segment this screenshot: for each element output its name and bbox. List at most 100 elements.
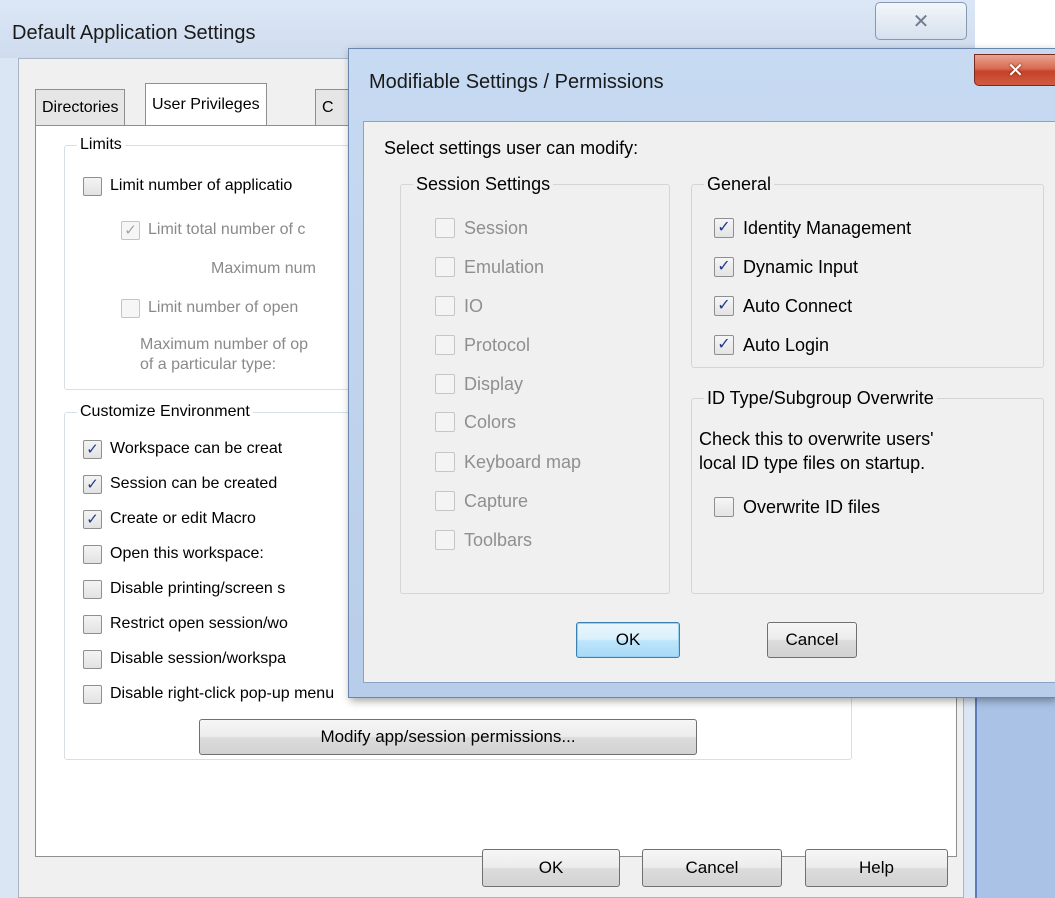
dialog-close-button[interactable]: ✕ [974,54,1055,86]
limits-legend: Limits [77,136,125,154]
checkbox-label: Create or edit Macro [110,510,256,527]
checkbox-label: Overwrite ID files [743,496,881,517]
session-settings-group: Session Settings Session Emulation IO Pr… [400,174,670,594]
session-setting-item[interactable]: Session [435,215,528,241]
checkbox-box [435,491,455,511]
id-type-group: ID Type/Subgroup Overwrite Check this to… [691,388,1044,594]
window-close-button[interactable]: ✕ [875,2,967,40]
checkbox-label: Protocol [464,334,531,355]
session-setting-item[interactable]: Emulation [435,254,544,280]
customize-item[interactable]: Disable right-click pop-up menu [83,682,334,706]
checkbox-label: Emulation [464,256,545,277]
customize-item[interactable]: ✓ Workspace can be creat [83,437,282,461]
dialog-prompt: Select settings user can modify: [384,138,639,158]
checkbox-box [435,530,455,550]
cancel-button[interactable]: Cancel [642,849,782,887]
id-type-desc-2: local ID type files on startup. [699,453,926,473]
modify-permissions-button[interactable]: Modify app/session permissions... [199,719,697,755]
checkbox-box: ✓ [714,257,734,277]
checkbox-label: Session can be created [110,475,278,492]
checkbox-box: ✓ [121,220,140,240]
checkbox-label: Auto Login [743,334,830,355]
checkbox-box [121,298,140,318]
checkbox-label: Workspace can be creat [110,440,283,457]
checkbox-box [714,497,734,517]
general-item[interactable]: ✓ Auto Login [714,332,829,358]
checkbox-label: Disable right-click pop-up menu [110,685,335,702]
general-item[interactable]: ✓ Auto Connect [714,293,852,319]
checkbox-label: Disable session/workspa [110,650,287,667]
max-num-label: Maximum num [211,260,316,277]
checkbox-box: ✓ [714,218,734,238]
checkbox-label: Session [464,217,529,238]
limits-group: Limits Limit number of applicatio ✓ Limi… [64,136,364,390]
customize-item[interactable]: Open this workspace: [83,542,264,566]
checkbox-box: ✓ [83,474,102,494]
customize-legend: Customize Environment [77,403,253,421]
checkbox-label: Restrict open session/wo [110,615,288,632]
checkbox-label: Identity Management [743,217,912,238]
checkbox-label: Keyboard map [464,451,582,472]
customize-item[interactable]: Restrict open session/wo [83,612,288,636]
checkbox-box [83,579,102,599]
limit-apps-checkbox[interactable]: Limit number of applicatio [83,174,292,198]
checkbox-box: ✓ [83,439,102,459]
customize-item[interactable]: ✓ Create or edit Macro [83,507,256,531]
checkbox-box [435,374,455,394]
close-icon: ✕ [1007,59,1024,82]
general-item[interactable]: ✓ Dynamic Input [714,254,858,280]
checkbox-box [435,296,455,316]
checkbox-label: Open this workspace: [110,545,264,562]
checkbox-label: Limit total number of c [148,221,306,238]
checkbox-box [435,412,455,432]
checkbox-label: IO [464,295,484,316]
dialog-title: Modifiable Settings / Permissions [369,71,664,93]
tab-user-privileges[interactable]: User Privileges [145,83,267,125]
checkbox-box [83,544,102,564]
session-setting-item[interactable]: Protocol [435,332,530,358]
customize-item[interactable]: Disable session/workspa [83,647,286,671]
session-setting-item[interactable]: Keyboard map [435,449,581,475]
dialog-ok-button[interactable]: OK [576,622,680,658]
checkbox-box [83,614,102,634]
dialog-cancel-button[interactable]: Cancel [767,622,857,658]
session-setting-item[interactable]: Colors [435,409,516,435]
customize-item[interactable]: ✓ Session can be created [83,472,277,496]
max-open-label-1: Maximum number of op [140,336,309,353]
overwrite-id-files-checkbox[interactable]: Overwrite ID files [714,494,880,520]
customize-item[interactable]: Disable printing/screen s [83,577,285,601]
session-settings-legend: Session Settings [413,174,554,194]
help-button[interactable]: Help [805,849,948,887]
checkbox-label: Capture [464,490,529,511]
checkbox-label: Limit number of open [148,299,299,316]
checkbox-box: ✓ [83,509,102,529]
checkbox-box [435,218,455,238]
checkbox-label: Toolbars [464,529,533,550]
session-setting-item[interactable]: Toolbars [435,527,532,553]
window-title: Default Application Settings [12,22,256,44]
tab-directories[interactable]: Directories [35,89,126,125]
close-icon: ✕ [912,10,930,33]
checkbox-label: Limit number of applicatio [110,177,293,194]
id-type-legend: ID Type/Subgroup Overwrite [704,388,937,408]
checkbox-box [435,452,455,472]
checkbox-label: Dynamic Input [743,256,859,277]
limit-total-checkbox[interactable]: ✓ Limit total number of c [121,218,305,242]
general-legend: General [704,174,775,194]
checkbox-box: ✓ [714,296,734,316]
checkbox-box [83,176,102,196]
session-setting-item[interactable]: Display [435,371,523,397]
general-group: General ✓ Identity Management ✓ Dynamic … [691,174,1044,368]
ok-button[interactable]: OK [482,849,620,887]
dialog-client-area: Select settings user can modify: Session… [363,121,1055,683]
general-item[interactable]: ✓ Identity Management [714,215,911,241]
checkbox-label: Display [464,373,524,394]
checkbox-box [435,257,455,277]
limit-open-checkbox[interactable]: Limit number of open [121,296,298,320]
checkbox-label: Disable printing/screen s [110,580,286,597]
session-setting-item[interactable]: IO [435,293,483,319]
id-type-desc-1: Check this to overwrite users' [699,429,934,449]
modifiable-settings-dialog: Modifiable Settings / Permissions ✕ Sele… [348,48,1055,698]
checkbox-label: Auto Connect [743,295,853,316]
session-setting-item[interactable]: Capture [435,488,528,514]
